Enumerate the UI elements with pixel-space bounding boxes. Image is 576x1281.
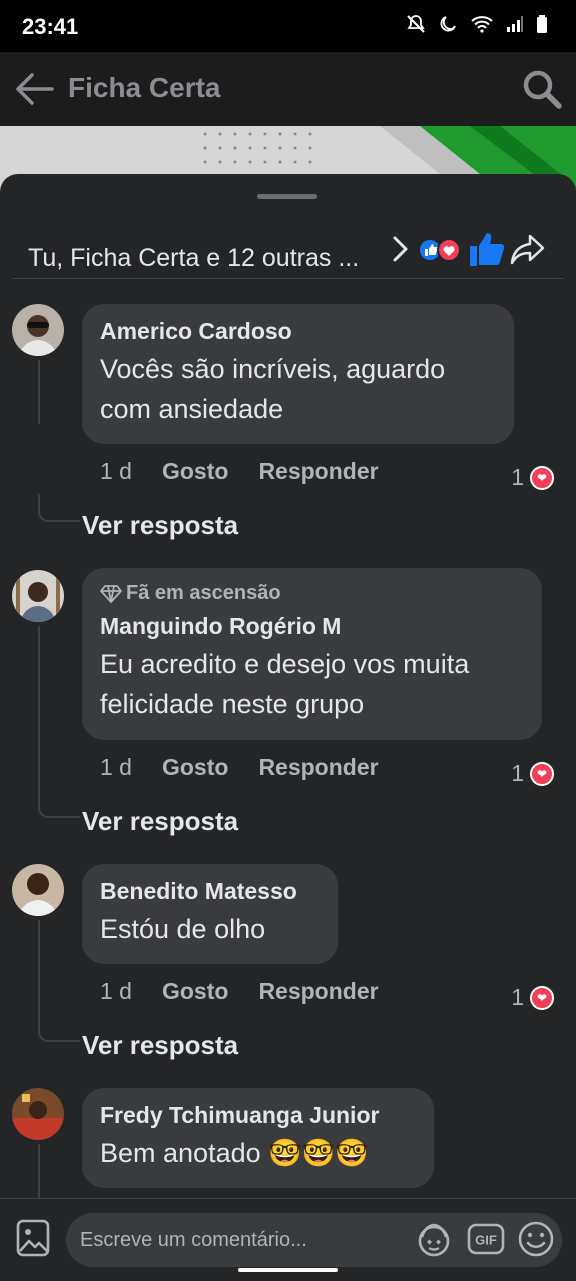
status-icons bbox=[406, 14, 548, 34]
fan-badge: Fã em ascensão bbox=[100, 582, 522, 605]
battery-icon bbox=[537, 15, 547, 33]
like-button[interactable]: Gosto bbox=[162, 978, 228, 1005]
comment-bubble[interactable]: Fredy Tchimuanga Junior Bem anotado 🤓🤓🤓 bbox=[82, 1088, 434, 1188]
comment-actions: 1 d Gosto Responder bbox=[100, 458, 379, 485]
comment-author[interactable]: Benedito Matesso bbox=[100, 878, 318, 905]
comment-actions: 1 d Gosto Responder bbox=[100, 754, 379, 781]
fan-badge-label: Fã em ascensão bbox=[126, 582, 281, 604]
photo-icon[interactable] bbox=[16, 1219, 50, 1257]
comment-time: 1 d bbox=[100, 754, 132, 780]
thread-line bbox=[38, 626, 40, 806]
comment-reaction-count[interactable]: 1 ❤ bbox=[511, 760, 554, 787]
comment-reaction-count[interactable]: 1 ❤ bbox=[511, 464, 554, 491]
reaction-count-value: 1 bbox=[511, 464, 524, 490]
like-button[interactable]: Gosto bbox=[162, 458, 228, 485]
sheet-drag-handle[interactable] bbox=[257, 194, 317, 199]
like-thumb-icon[interactable] bbox=[468, 230, 506, 268]
comment-text-line: com ansiedade bbox=[100, 394, 284, 424]
comment-time: 1 d bbox=[100, 978, 132, 1004]
thread-line bbox=[38, 360, 40, 424]
see-reply-link[interactable]: Ver resposta bbox=[82, 510, 238, 541]
reaction-icons bbox=[418, 238, 461, 262]
search-icon[interactable] bbox=[520, 67, 564, 111]
status-time: 23:41 bbox=[22, 14, 79, 39]
app-bar: Ficha Certa bbox=[0, 52, 576, 126]
comment-text-line: Eu acredito e desejo vos muita bbox=[100, 649, 470, 679]
heart-icon: ❤ bbox=[530, 761, 554, 786]
comment-bubble[interactable]: Fã em ascensão Manguindo Rogério M Eu ac… bbox=[82, 568, 542, 740]
chevron-right-icon bbox=[393, 236, 408, 262]
avatar-sticker-icon[interactable] bbox=[414, 1219, 454, 1259]
system-gesture-bar[interactable] bbox=[238, 1268, 338, 1272]
thread-elbow bbox=[38, 790, 80, 818]
reaction-count-value: 1 bbox=[511, 984, 524, 1010]
back-arrow-icon[interactable] bbox=[12, 67, 56, 111]
comment-author[interactable]: Fredy Tchimuanga Junior bbox=[100, 1102, 414, 1129]
share-icon[interactable] bbox=[510, 230, 546, 268]
thread-line bbox=[38, 1144, 40, 1204]
comment-actions: 1 d Gosto Responder bbox=[100, 978, 379, 1005]
signal-icon bbox=[507, 16, 523, 32]
comment-time: 1 d bbox=[100, 458, 132, 484]
diamond-icon bbox=[100, 584, 122, 603]
comment-input-placeholder: Escreve um comentário... bbox=[80, 1229, 307, 1251]
comment-bubble[interactable]: Americo Cardoso Vocês são incríveis, agu… bbox=[82, 304, 514, 444]
avatar[interactable] bbox=[12, 1088, 64, 1140]
do-not-disturb-moon-icon bbox=[440, 16, 456, 32]
comment-bubble[interactable]: Benedito Matesso Estóu de olho bbox=[82, 864, 338, 964]
comment-text-line: Vocês são incríveis, aguardo bbox=[100, 354, 446, 384]
thread-elbow bbox=[38, 1014, 80, 1042]
reactions-summary[interactable]: Tu, Ficha Certa e 12 outras ... bbox=[28, 230, 548, 274]
status-bar: 23:41 bbox=[0, 0, 576, 52]
comment-text-line: Estóu de olho bbox=[100, 914, 266, 944]
avatar[interactable] bbox=[12, 864, 64, 916]
see-reply-link[interactable]: Ver resposta bbox=[82, 1030, 238, 1061]
notifications-off-icon bbox=[407, 15, 425, 33]
thread-line bbox=[38, 920, 40, 1028]
comments-sheet: Tu, Ficha Certa e 12 outras ... Americo … bbox=[0, 174, 576, 1280]
emoji-icon[interactable] bbox=[516, 1219, 556, 1259]
page-title: Ficha Certa bbox=[68, 72, 221, 103]
heart-icon: ❤ bbox=[530, 465, 554, 490]
avatar[interactable] bbox=[12, 304, 64, 356]
comment-author[interactable]: Manguindo Rogério M bbox=[100, 613, 522, 640]
comment-text-line: felicidade neste grupo bbox=[100, 689, 365, 719]
reply-button[interactable]: Responder bbox=[258, 978, 378, 1005]
like-button[interactable]: Gosto bbox=[162, 754, 228, 781]
reaction-count-value: 1 bbox=[511, 760, 524, 786]
see-reply-link[interactable]: Ver resposta bbox=[82, 806, 238, 837]
comment-author[interactable]: Americo Cardoso bbox=[100, 318, 494, 345]
heart-icon: ❤ bbox=[530, 985, 554, 1010]
reply-button[interactable]: Responder bbox=[258, 458, 378, 485]
comment-text-line: Bem anotado 🤓🤓🤓 bbox=[100, 1138, 369, 1168]
thread-elbow bbox=[38, 494, 80, 522]
comment-reaction-count[interactable]: 1 ❤ bbox=[511, 984, 554, 1011]
reactions-summary-text: Tu, Ficha Certa e 12 outras ... bbox=[28, 244, 360, 272]
gif-icon[interactable]: GIF bbox=[466, 1219, 506, 1259]
svg-text:GIF: GIF bbox=[475, 1233, 497, 1248]
reply-button[interactable]: Responder bbox=[258, 754, 378, 781]
avatar[interactable] bbox=[12, 570, 64, 622]
wifi-icon bbox=[471, 16, 493, 33]
divider bbox=[12, 278, 564, 279]
